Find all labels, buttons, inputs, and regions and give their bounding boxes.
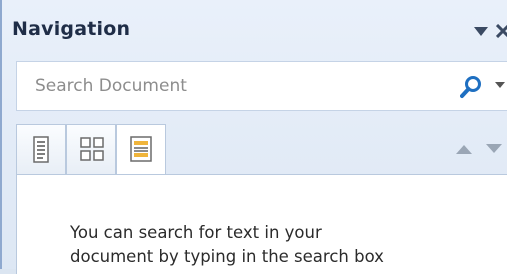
headings-icon (33, 136, 49, 163)
search-input[interactable] (17, 62, 435, 110)
help-line-2: document by typing in the search box (70, 247, 384, 266)
tab-browse-headings[interactable] (16, 124, 66, 174)
previous-result-icon[interactable] (456, 140, 476, 156)
results-list-icon (130, 136, 152, 162)
tab-browse-results[interactable] (116, 124, 166, 176)
magnifier-icon[interactable] (460, 75, 482, 99)
navigation-pane: Navigation Search Document You can searc… (0, 0, 507, 274)
help-line-1: You can search for text in your (70, 223, 322, 242)
browse-tabs (16, 124, 507, 176)
tab-browse-pages[interactable] (66, 124, 116, 174)
results-area: You can search for text in your document… (16, 174, 507, 274)
search-box[interactable] (16, 61, 507, 111)
pages-thumbnail-icon (80, 137, 104, 161)
pane-header: Navigation (12, 18, 507, 48)
search-help-text: You can search for text in your document… (70, 221, 507, 269)
pane-title: Navigation (12, 18, 131, 40)
next-result-icon[interactable] (486, 140, 506, 156)
pane-menu-icon[interactable] (470, 18, 492, 44)
close-icon[interactable] (492, 18, 507, 44)
search-options-icon[interactable] (492, 72, 507, 100)
